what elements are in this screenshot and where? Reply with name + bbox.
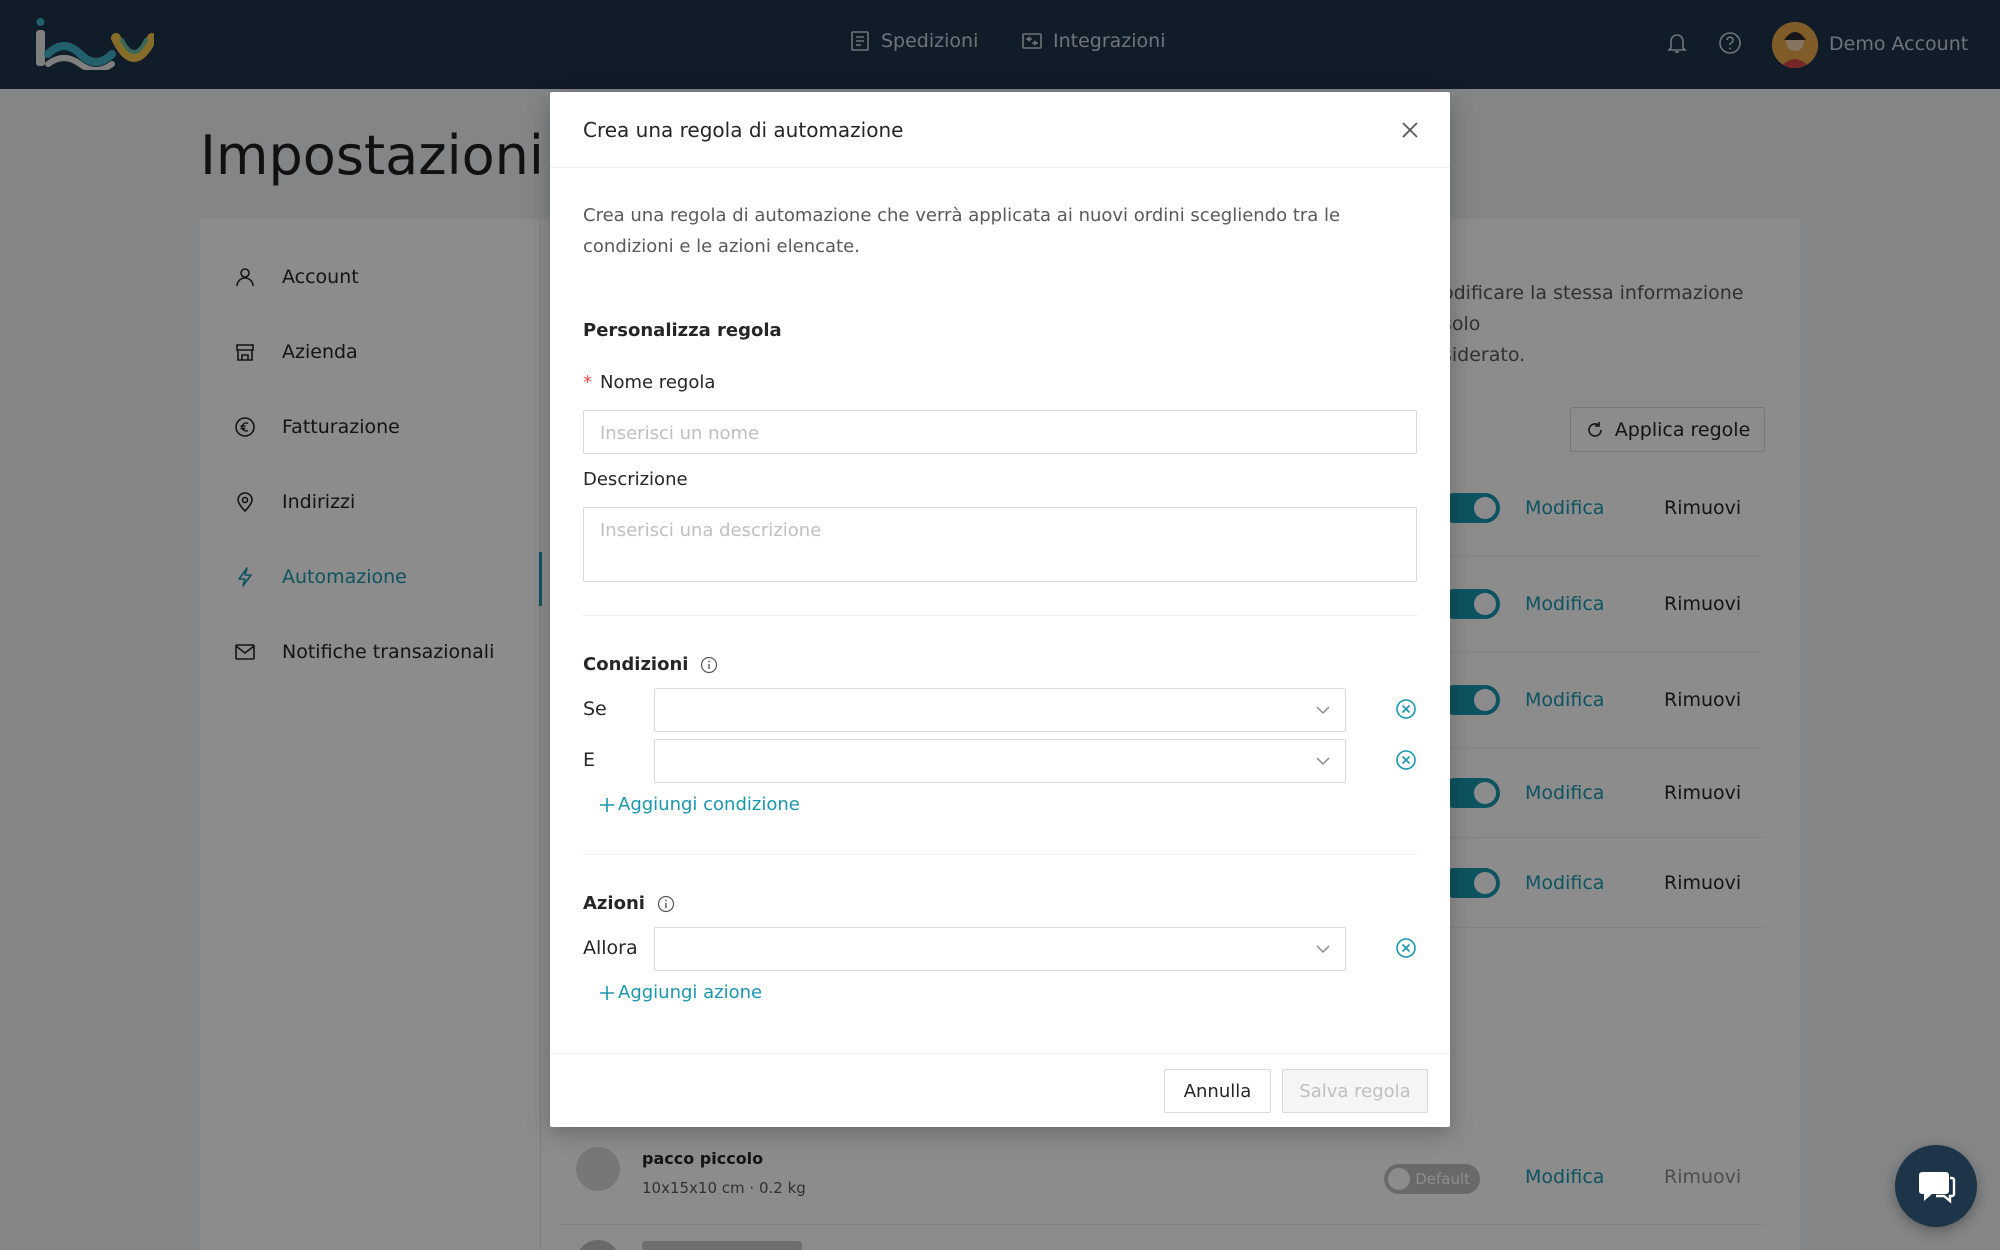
rule-name-label: * Nome regola	[583, 372, 715, 393]
remove-action-icon[interactable]	[1395, 937, 1417, 959]
section-divider	[583, 615, 1417, 616]
save-rule-button[interactable]: Salva regola	[1282, 1069, 1428, 1113]
info-icon[interactable]	[700, 656, 718, 674]
condition-and-label: E	[583, 749, 596, 771]
conditions-title-text: Condizioni	[583, 654, 689, 675]
customize-section-title: Personalizza regola	[583, 320, 782, 341]
chat-icon	[1919, 1172, 1956, 1204]
modal-footer: Annulla Salva regola	[550, 1053, 1450, 1127]
required-marker: *	[583, 372, 592, 393]
info-icon[interactable]	[657, 895, 675, 913]
chevron-down-icon	[1316, 706, 1330, 715]
condition-if-label: Se	[583, 698, 607, 720]
remove-condition-icon[interactable]	[1395, 749, 1417, 771]
actions-title-text: Azioni	[583, 893, 645, 914]
modal-title: Crea una regola di automazione	[583, 118, 904, 142]
close-icon[interactable]	[1398, 118, 1422, 142]
customize-title-text: Personalizza regola	[583, 320, 782, 341]
plus-icon	[600, 797, 614, 812]
add-condition-label: Aggiungi condizione	[618, 794, 800, 815]
action-then-select[interactable]	[654, 927, 1346, 971]
chevron-down-icon	[1316, 945, 1330, 954]
rule-name-placeholder: Inserisci un nome	[600, 423, 760, 444]
chat-button[interactable]	[1895, 1145, 1977, 1227]
chevron-down-icon	[1316, 757, 1330, 766]
add-action-link[interactable]: Aggiungi azione	[598, 982, 762, 1003]
rule-name-input[interactable]: Inserisci un nome	[583, 410, 1417, 454]
section-divider	[583, 854, 1417, 855]
modal-intro: Crea una regola di automazione che verrà…	[583, 205, 1341, 257]
condition-and-select[interactable]	[654, 739, 1346, 783]
add-condition-link[interactable]: Aggiungi condizione	[598, 794, 800, 815]
description-input[interactable]: Inserisci una descrizione	[583, 507, 1417, 582]
conditions-section-title: Condizioni	[583, 654, 718, 675]
add-action-label: Aggiungi azione	[618, 982, 763, 1003]
condition-if-select[interactable]	[654, 688, 1346, 732]
cancel-button[interactable]: Annulla	[1164, 1069, 1271, 1113]
description-placeholder: Inserisci una descrizione	[600, 520, 822, 541]
modal-header: Crea una regola di automazione	[550, 92, 1450, 168]
plus-icon	[600, 985, 614, 1000]
actions-section-title: Azioni	[583, 893, 675, 914]
create-rule-modal: Crea una regola di automazione Crea una …	[550, 92, 1450, 1127]
description-label: Descrizione	[583, 469, 688, 490]
rule-name-label-text: Nome regola	[600, 372, 716, 393]
action-then-label: Allora	[583, 937, 638, 959]
remove-condition-icon[interactable]	[1395, 698, 1417, 720]
